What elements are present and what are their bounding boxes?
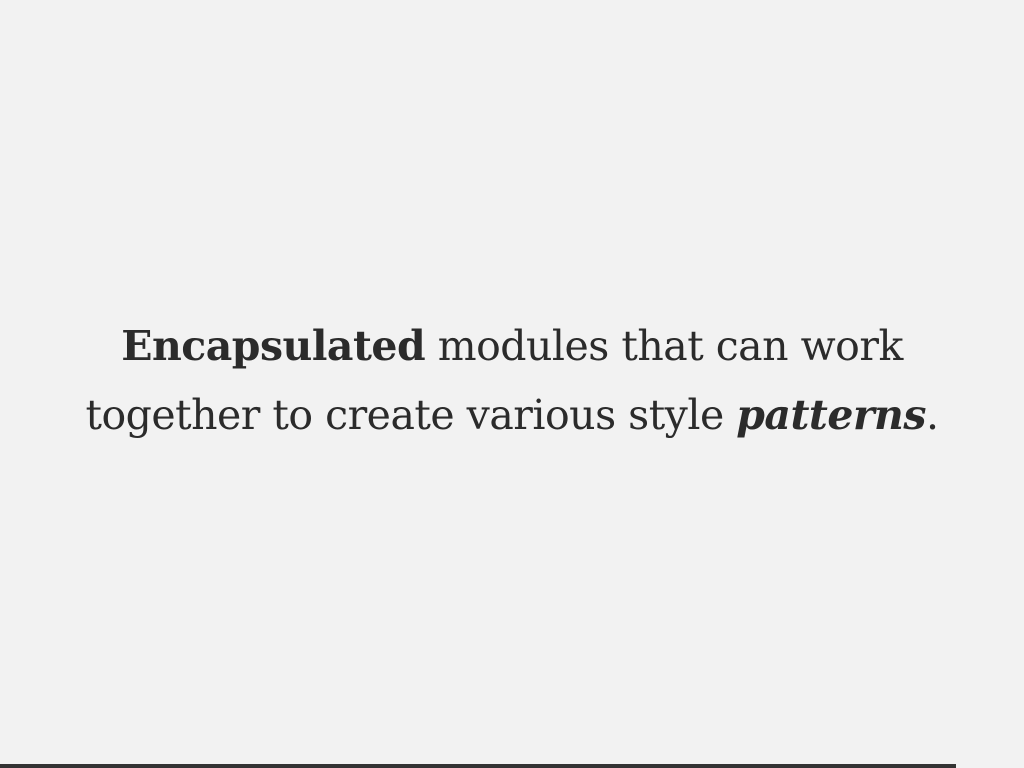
text-segment: modules that can work xyxy=(425,322,904,370)
progress-bar xyxy=(0,764,1024,768)
slide: Encapsulated modules that can work togeth… xyxy=(0,0,1024,768)
text-segment: . xyxy=(925,391,939,439)
progress-bar-fill xyxy=(0,764,957,768)
slide-body-text: Encapsulated modules that can work togeth… xyxy=(0,312,1024,450)
emphasis-bold: Encapsulated xyxy=(121,322,426,370)
emphasis-italic: patterns xyxy=(736,391,926,439)
text-segment: together to create various style xyxy=(85,391,737,439)
